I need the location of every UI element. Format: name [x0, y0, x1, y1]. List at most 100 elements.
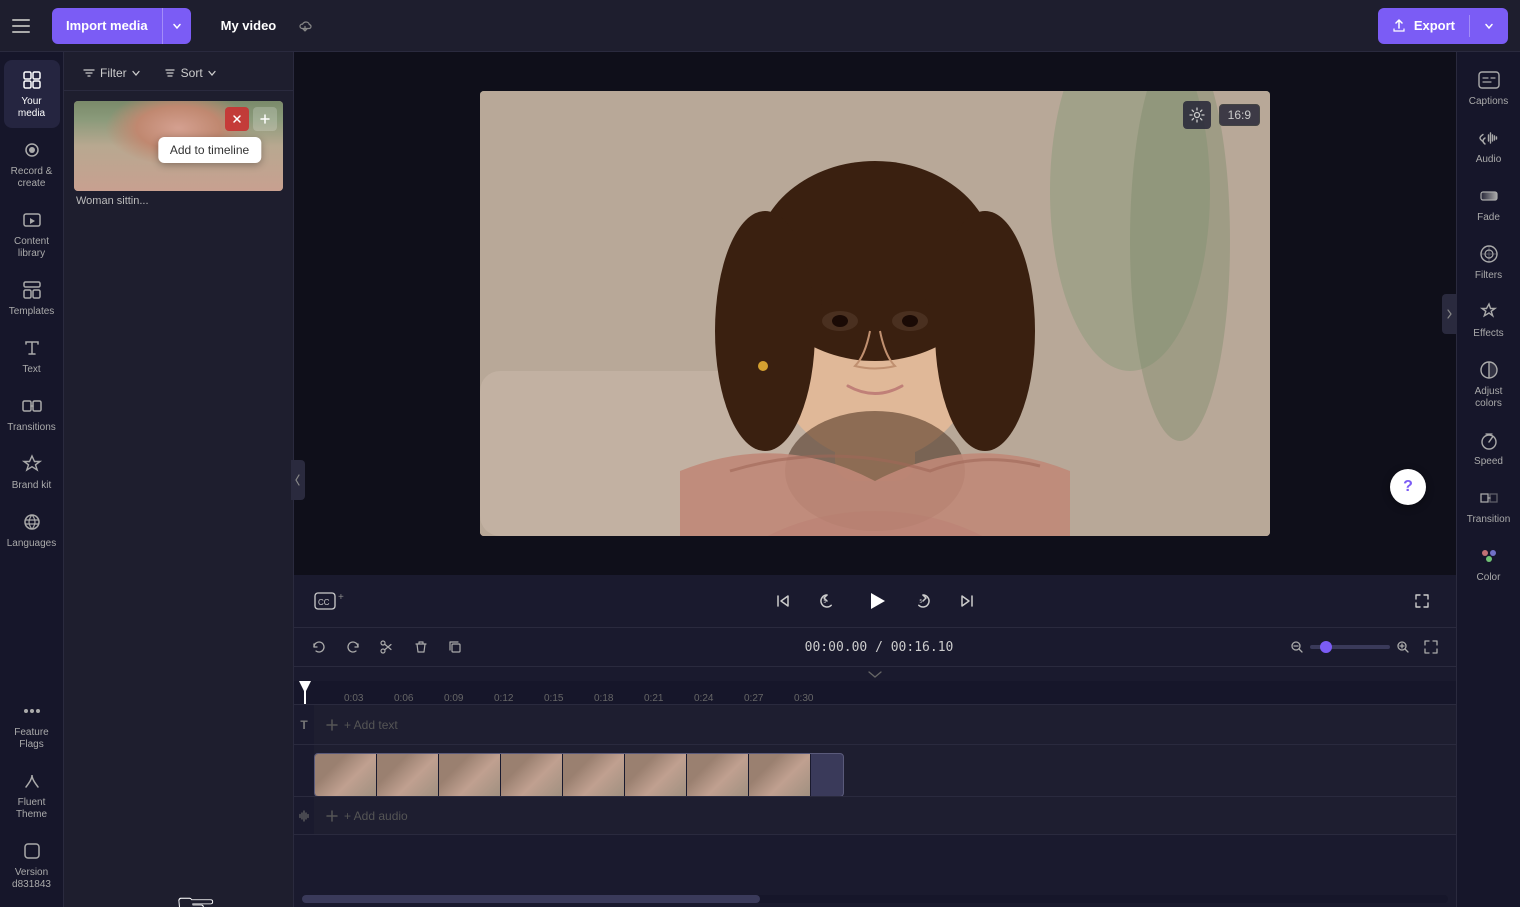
sidebar-item-transitions[interactable]: Transitions	[4, 386, 60, 442]
sidebar-item-languages[interactable]: Languages	[4, 502, 60, 558]
sidebar-item-feature-flags[interactable]: Feature Flags	[4, 691, 60, 759]
languages-icon	[20, 510, 44, 534]
cursor-hand-pointer: ☞	[174, 881, 217, 907]
fullscreen-button[interactable]	[1408, 587, 1436, 615]
skip-to-start-button[interactable]	[769, 587, 797, 615]
right-panel-item-fade[interactable]: Fade	[1461, 176, 1517, 232]
right-label-audio: Audio	[1476, 154, 1502, 166]
sidebar-item-content-library[interactable]: Content library	[4, 200, 60, 268]
playhead-marker	[299, 681, 311, 693]
sort-label: Sort	[181, 66, 203, 80]
right-panel-item-effects[interactable]: Effects	[1461, 292, 1517, 348]
panel-collapse-handle[interactable]	[291, 460, 305, 500]
timeline-scrollbar-thumb[interactable]	[302, 895, 760, 903]
aspect-ratio-badge[interactable]: 16:9	[1219, 104, 1260, 126]
adjust-colors-icon	[1477, 358, 1501, 382]
timeline-fullscreen-button[interactable]	[1418, 634, 1444, 660]
timeline-scrollbar[interactable]	[302, 895, 1448, 903]
clip-thumb-2	[377, 754, 439, 796]
right-label-filters: Filters	[1475, 270, 1502, 282]
add-text-button[interactable]: + Add text	[314, 705, 1456, 744]
zoom-in-button[interactable]	[1396, 640, 1410, 654]
sort-button[interactable]: Sort	[155, 62, 225, 84]
forward-5s-button[interactable]: 5	[909, 587, 937, 615]
ruler-tick: 0:21	[644, 693, 663, 704]
delete-clip-button[interactable]	[408, 634, 434, 660]
delete-media-button[interactable]	[225, 107, 249, 131]
export-divider	[1469, 15, 1470, 37]
cc-captions-button[interactable]: CC +	[314, 592, 344, 610]
timeline-playhead[interactable]	[304, 681, 306, 704]
media-thumbnail: Add to timeline	[74, 101, 283, 191]
preview-settings-button[interactable]	[1183, 101, 1211, 129]
right-panel-item-color[interactable]: Color	[1461, 536, 1517, 592]
sidebar-item-fluent-theme[interactable]: Fluent Theme	[4, 761, 60, 829]
right-panel-item-transition[interactable]: Transition	[1461, 478, 1517, 534]
undo-button[interactable]	[306, 634, 332, 660]
help-icon[interactable]: ?	[1390, 469, 1426, 505]
sidebar-item-brand-kit[interactable]: Brand kit	[4, 444, 60, 500]
right-panel-collapse-arrow[interactable]	[1442, 294, 1456, 334]
timeline-ruler: 0:03 0:06 0:09 0:12 0:15 0:18 0:21 0:24 …	[294, 681, 1456, 705]
ruler-tick: 0:27	[744, 693, 763, 704]
fade-icon	[1477, 184, 1501, 208]
redo-button[interactable]	[340, 634, 366, 660]
tab-myvideo[interactable]: My video	[207, 12, 291, 39]
import-media-button-group: Import media	[52, 8, 191, 44]
right-panel-item-adjust-colors[interactable]: Adjust colors	[1461, 350, 1517, 418]
export-button[interactable]: Export	[1378, 8, 1508, 44]
import-media-button[interactable]: Import media	[52, 8, 163, 44]
clip-thumb-7	[687, 754, 749, 796]
sidebar-item-templates[interactable]: Templates	[4, 270, 60, 326]
left-nav: Your media Record & create Content libra…	[0, 52, 64, 907]
add-audio-button[interactable]: + Add audio	[314, 797, 1456, 834]
export-label: Export	[1414, 18, 1455, 33]
clip-thumb-5	[563, 754, 625, 796]
ruler-tick: 0:06	[394, 693, 413, 704]
audio-track-label	[294, 797, 314, 834]
import-media-dropdown-arrow[interactable]	[163, 8, 191, 44]
right-panel-item-filters[interactable]: Filters	[1461, 234, 1517, 290]
sidebar-item-text[interactable]: Text	[4, 328, 60, 384]
svg-text:CC: CC	[318, 598, 330, 607]
right-panel-item-captions[interactable]: Captions	[1461, 60, 1517, 116]
sidebar-label-brand-kit: Brand kit	[12, 480, 51, 492]
tab-area: My video	[207, 12, 793, 39]
topbar: Import media My video Export	[0, 0, 1520, 52]
add-audio-plus-icon	[326, 810, 338, 822]
media-item-woman-sitting[interactable]: Add to timeline Woman sittin... ☞	[74, 101, 283, 897]
add-to-timeline-tooltip: Add to timeline	[158, 137, 261, 163]
sidebar-item-your-media[interactable]: Your media	[4, 60, 60, 128]
preview-controls-bar: CC + 5	[294, 575, 1456, 627]
timeline-area: 00:00.00 / 00:16.10	[294, 627, 1456, 907]
main-area: Your media Record & create Content libra…	[0, 52, 1520, 907]
fluent-theme-icon	[20, 769, 44, 793]
sidebar-item-version[interactable]: Version d831843	[4, 831, 60, 899]
record-create-icon	[20, 138, 44, 162]
right-panel-item-audio[interactable]: Audio	[1461, 118, 1517, 174]
your-media-icon	[20, 68, 44, 92]
cut-button[interactable]	[374, 634, 400, 660]
preview-top-right-controls: 16:9	[1183, 101, 1260, 129]
media-grid: Add to timeline Woman sittin... ☞	[64, 91, 293, 907]
rewind-5s-button[interactable]: 5	[813, 587, 841, 615]
ruler-tick: 0:09	[444, 693, 463, 704]
hamburger-menu-icon[interactable]	[12, 12, 40, 40]
timeline-collapse-arrow[interactable]	[294, 667, 1456, 681]
zoom-slider-thumb[interactable]	[1320, 641, 1332, 653]
sidebar-label-templates: Templates	[9, 306, 55, 318]
add-text-placeholder: + Add text	[344, 718, 398, 732]
zoom-slider[interactable]	[1310, 645, 1390, 649]
duplicate-clip-button[interactable]	[442, 634, 468, 660]
skip-to-end-button[interactable]	[953, 587, 981, 615]
video-clip[interactable]	[314, 753, 844, 796]
play-pause-button[interactable]	[857, 583, 893, 619]
cloud-save-icon[interactable]	[294, 15, 316, 37]
zoom-out-button[interactable]	[1290, 640, 1304, 654]
export-dropdown-arrow[interactable]	[1484, 21, 1494, 31]
filter-button[interactable]: Filter	[74, 62, 149, 84]
sidebar-item-record-create[interactable]: Record & create	[4, 130, 60, 198]
add-to-timeline-quick-button[interactable]	[253, 107, 277, 131]
right-panel-item-speed[interactable]: Speed	[1461, 420, 1517, 476]
export-upload-icon	[1392, 19, 1406, 33]
